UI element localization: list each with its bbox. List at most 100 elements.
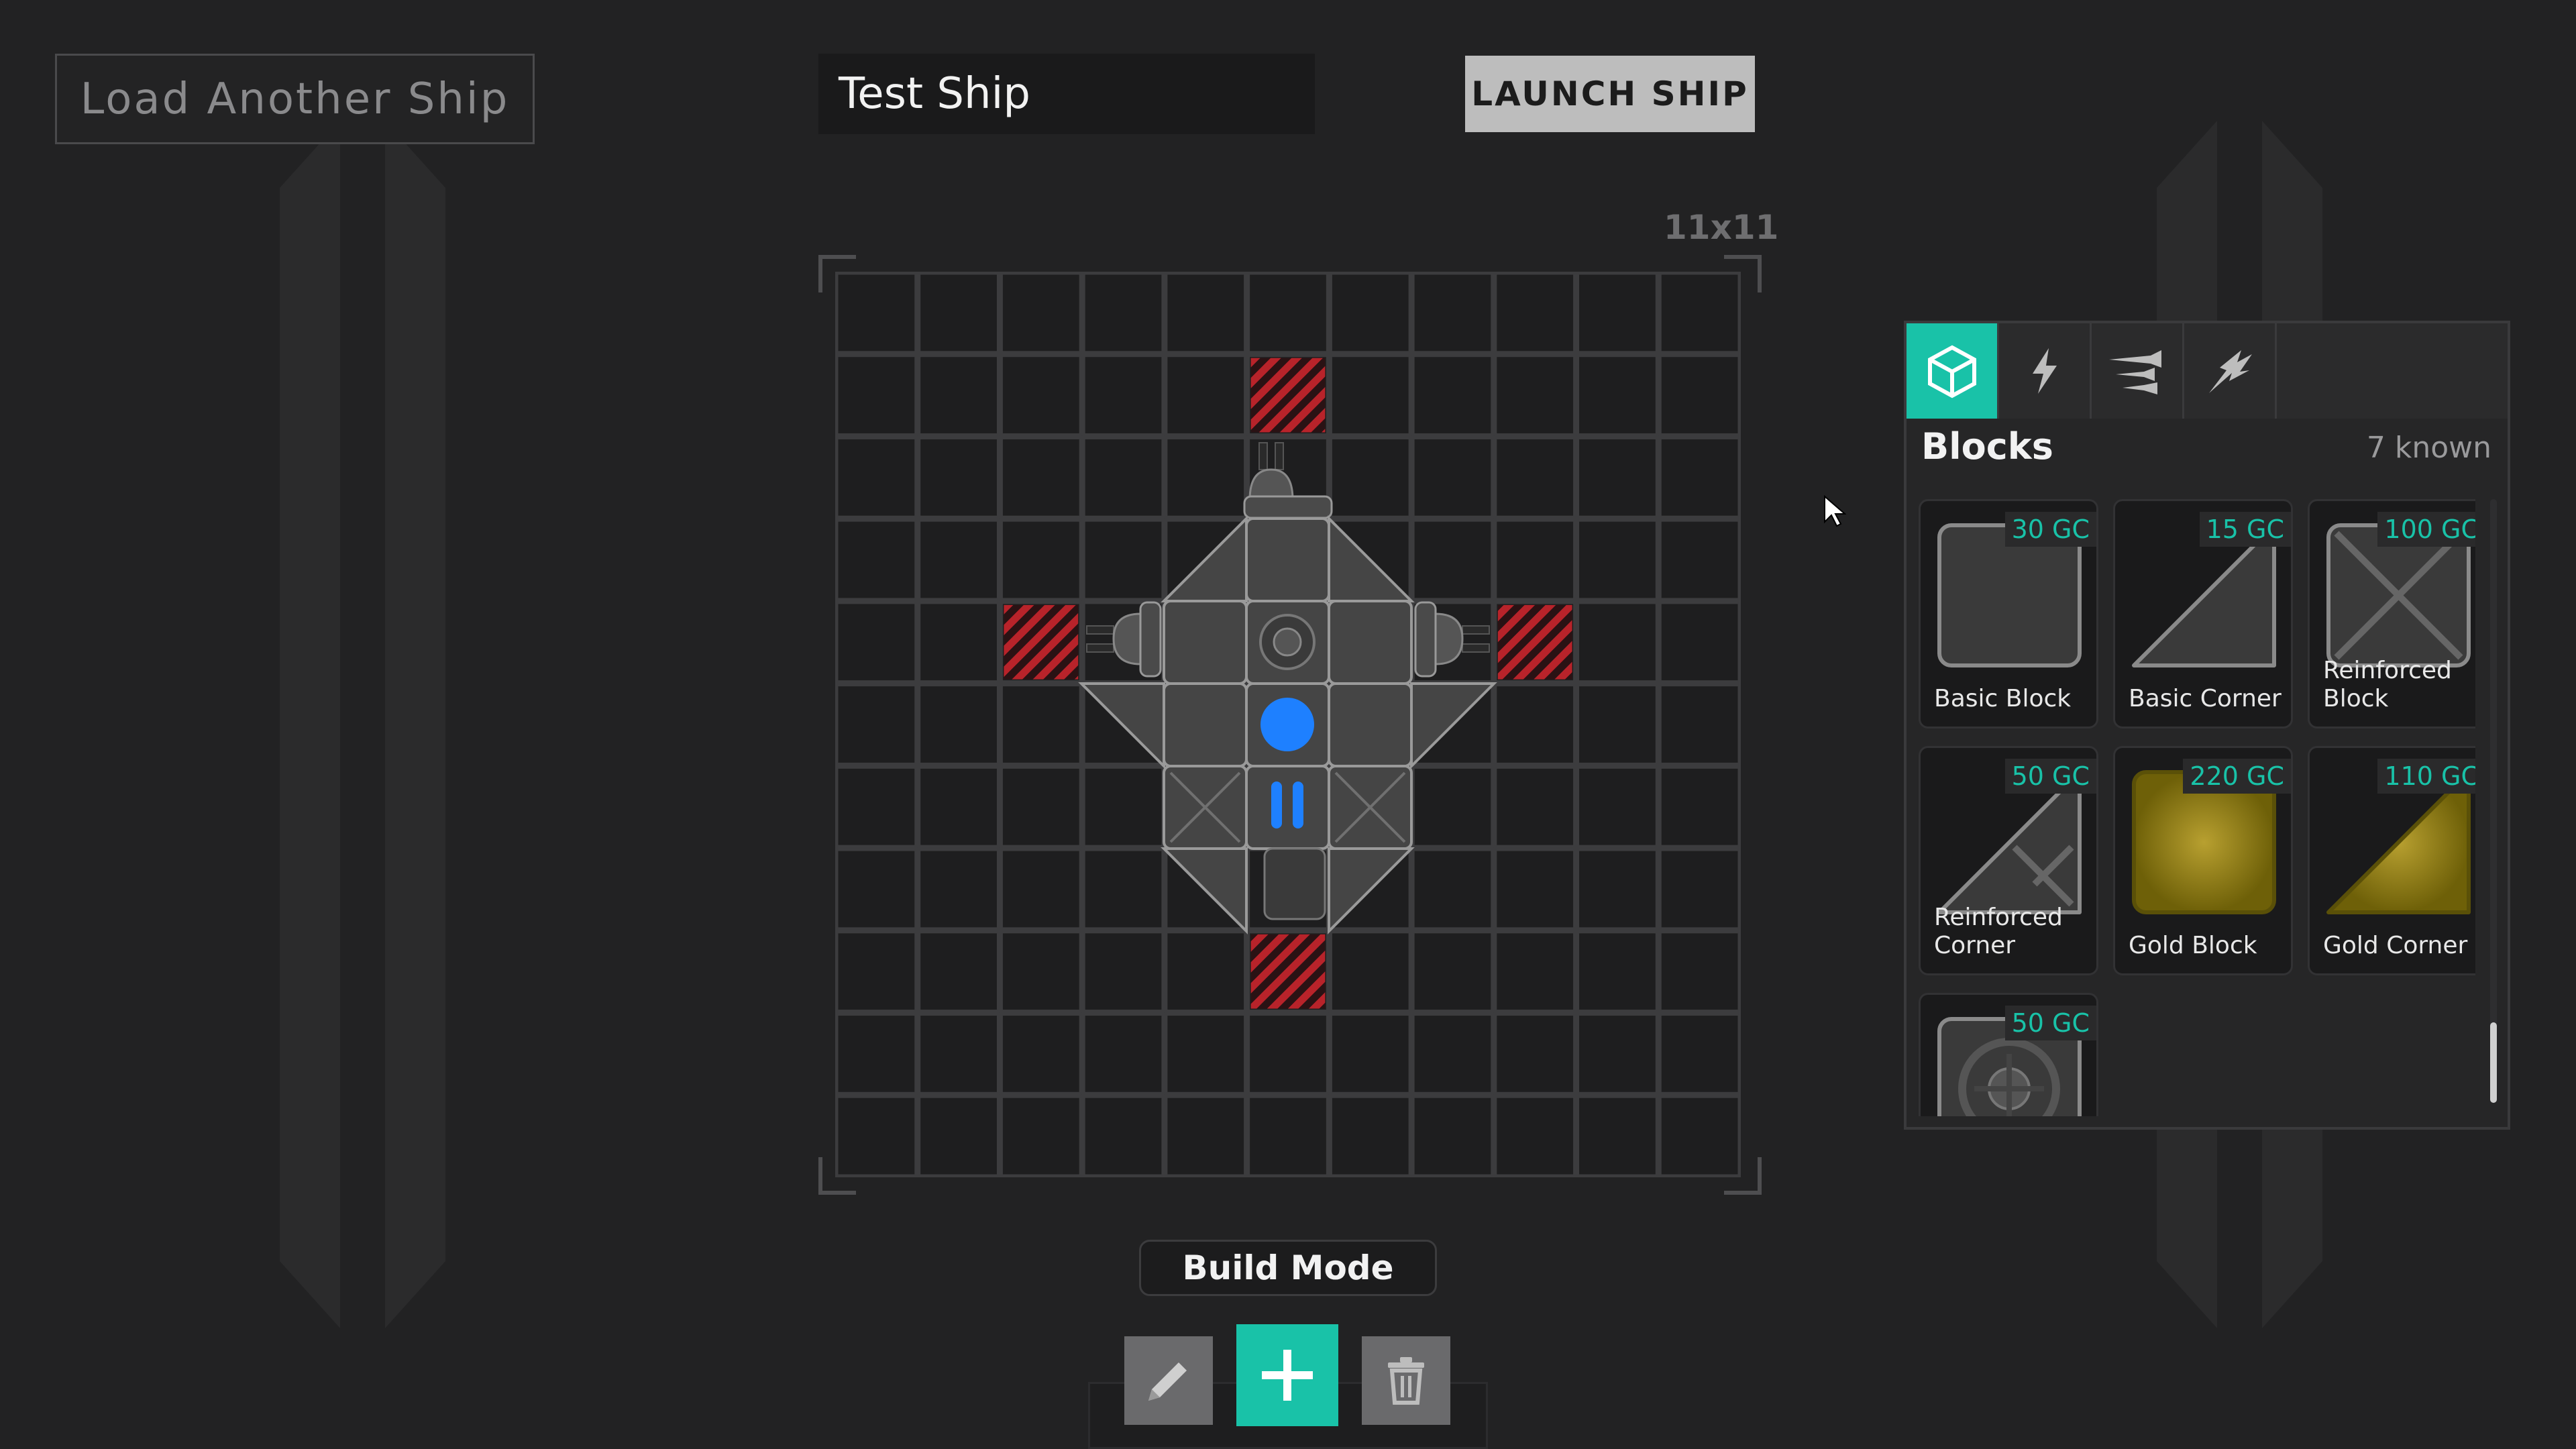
grid-cell[interactable] xyxy=(1411,272,1495,355)
delete-button[interactable] xyxy=(1362,1336,1450,1425)
grid-cell[interactable] xyxy=(1658,272,1741,355)
grid-cell[interactable] xyxy=(1658,600,1741,684)
grid-cell[interactable] xyxy=(917,930,1000,1014)
grid-cell[interactable] xyxy=(1328,1012,1412,1095)
grid-cell[interactable] xyxy=(999,435,1083,519)
grid-cell[interactable] xyxy=(1493,1012,1577,1095)
grid-cell[interactable] xyxy=(1658,847,1741,931)
block-card-core[interactable]: 50 GC xyxy=(1919,993,2098,1116)
grid-cell[interactable] xyxy=(917,518,1000,602)
grid-cell[interactable] xyxy=(1493,272,1577,355)
grid-cell[interactable] xyxy=(1328,272,1412,355)
grid-cell[interactable] xyxy=(1411,435,1495,519)
grid-cell[interactable] xyxy=(1328,354,1412,437)
grid-cell[interactable] xyxy=(1493,847,1577,931)
grid-cell[interactable] xyxy=(1576,847,1659,931)
grid-cell[interactable] xyxy=(1081,354,1165,437)
grid-cell[interactable] xyxy=(1658,518,1741,602)
grid-cell[interactable] xyxy=(917,1094,1000,1177)
grid-cell[interactable] xyxy=(999,765,1083,849)
grid-cell[interactable] xyxy=(1658,683,1741,766)
grid-cell[interactable] xyxy=(917,765,1000,849)
grid-cell[interactable] xyxy=(1576,600,1659,684)
block-card-basic-corner[interactable]: 15 GC Basic Corner xyxy=(2113,499,2293,729)
grid-cell[interactable] xyxy=(1658,435,1741,519)
block-card-reinforced-block[interactable]: 100 GC Reinforced Block xyxy=(2308,499,2475,729)
grid-cell[interactable] xyxy=(835,930,918,1014)
grid-cell[interactable] xyxy=(917,847,1000,931)
grid-cell[interactable] xyxy=(917,1012,1000,1095)
grid-cell[interactable] xyxy=(1576,518,1659,602)
grid-cell[interactable] xyxy=(1576,435,1659,519)
grid-cell[interactable] xyxy=(1328,435,1412,519)
grid-cell[interactable] xyxy=(1658,354,1741,437)
load-another-ship-button[interactable]: Load Another Ship xyxy=(55,54,535,144)
grid-cell[interactable] xyxy=(1246,1094,1330,1177)
grid-cell[interactable] xyxy=(835,1012,918,1095)
grid-cell[interactable] xyxy=(1164,272,1248,355)
grid-cell[interactable] xyxy=(1493,1094,1577,1177)
grid-cell[interactable] xyxy=(917,683,1000,766)
grid-cell[interactable] xyxy=(1576,272,1659,355)
grid-cell[interactable] xyxy=(1411,765,1495,849)
grid-cell[interactable] xyxy=(917,435,1000,519)
add-button[interactable] xyxy=(1236,1324,1338,1426)
grid-cell[interactable] xyxy=(1411,354,1495,437)
block-card-basic-block[interactable]: 30 GC Basic Block xyxy=(1919,499,2098,729)
palette-scrollbar[interactable] xyxy=(2490,499,2497,1103)
grid-cell[interactable] xyxy=(1411,518,1495,602)
grid-cell[interactable] xyxy=(1164,354,1248,437)
grid-cell[interactable] xyxy=(835,600,918,684)
scrollbar-thumb[interactable] xyxy=(2490,1022,2497,1103)
grid-cell[interactable] xyxy=(999,518,1083,602)
grid-cell[interactable] xyxy=(1576,1094,1659,1177)
grid-cell[interactable] xyxy=(1493,354,1577,437)
grid-cell[interactable] xyxy=(1658,765,1741,849)
grid-cell[interactable] xyxy=(1493,518,1577,602)
grid-cell[interactable] xyxy=(1576,930,1659,1014)
grid-cell[interactable] xyxy=(1576,1012,1659,1095)
grid-cell[interactable] xyxy=(999,354,1083,437)
launch-ship-button[interactable]: LAUNCH SHIP xyxy=(1465,56,1755,132)
grid-cell[interactable] xyxy=(1493,435,1577,519)
grid-cell[interactable] xyxy=(1658,1094,1741,1177)
grid-cell[interactable] xyxy=(1081,765,1165,849)
tab-blocks[interactable] xyxy=(1907,323,1999,419)
grid-cell[interactable] xyxy=(1658,930,1741,1014)
grid-cell[interactable] xyxy=(999,930,1083,1014)
build-grid[interactable] xyxy=(835,272,1741,1177)
grid-cell[interactable] xyxy=(1411,1094,1495,1177)
tab-thrusters[interactable] xyxy=(2092,323,2184,419)
grid-cell[interactable] xyxy=(1081,847,1165,931)
grid-cell[interactable] xyxy=(1658,1012,1741,1095)
grid-cell[interactable] xyxy=(1081,272,1165,355)
grid-cell[interactable] xyxy=(917,600,1000,684)
grid-cell[interactable] xyxy=(1081,930,1165,1014)
grid-cell[interactable] xyxy=(1164,1012,1248,1095)
grid-cell[interactable] xyxy=(835,272,918,355)
grid-cell[interactable] xyxy=(1081,435,1165,519)
grid-cell[interactable] xyxy=(835,1094,918,1177)
grid-cell[interactable] xyxy=(999,1012,1083,1095)
grid-cell[interactable] xyxy=(1328,1094,1412,1177)
grid-cell[interactable] xyxy=(1081,1094,1165,1177)
block-card-gold-block[interactable]: 220 GC Gold Block xyxy=(2113,746,2293,975)
grid-cell[interactable] xyxy=(917,354,1000,437)
grid-cell[interactable] xyxy=(1411,1012,1495,1095)
grid-cell[interactable] xyxy=(999,847,1083,931)
grid-cell[interactable] xyxy=(1164,930,1248,1014)
grid-cell[interactable] xyxy=(1081,1012,1165,1095)
grid-cell[interactable] xyxy=(835,518,918,602)
grid-cell[interactable] xyxy=(999,272,1083,355)
ship-name-input[interactable]: Test Ship xyxy=(818,54,1315,134)
grid-cell[interactable] xyxy=(1164,435,1248,519)
grid-cell[interactable] xyxy=(1411,847,1495,931)
grid-cell[interactable] xyxy=(1411,930,1495,1014)
grid-cell[interactable] xyxy=(1081,518,1165,602)
grid-cell[interactable] xyxy=(1164,1094,1248,1177)
grid-cell[interactable] xyxy=(1493,765,1577,849)
pencil-button[interactable] xyxy=(1124,1336,1213,1425)
grid-cell[interactable] xyxy=(1576,354,1659,437)
grid-cell[interactable] xyxy=(835,435,918,519)
grid-cell[interactable] xyxy=(999,1094,1083,1177)
